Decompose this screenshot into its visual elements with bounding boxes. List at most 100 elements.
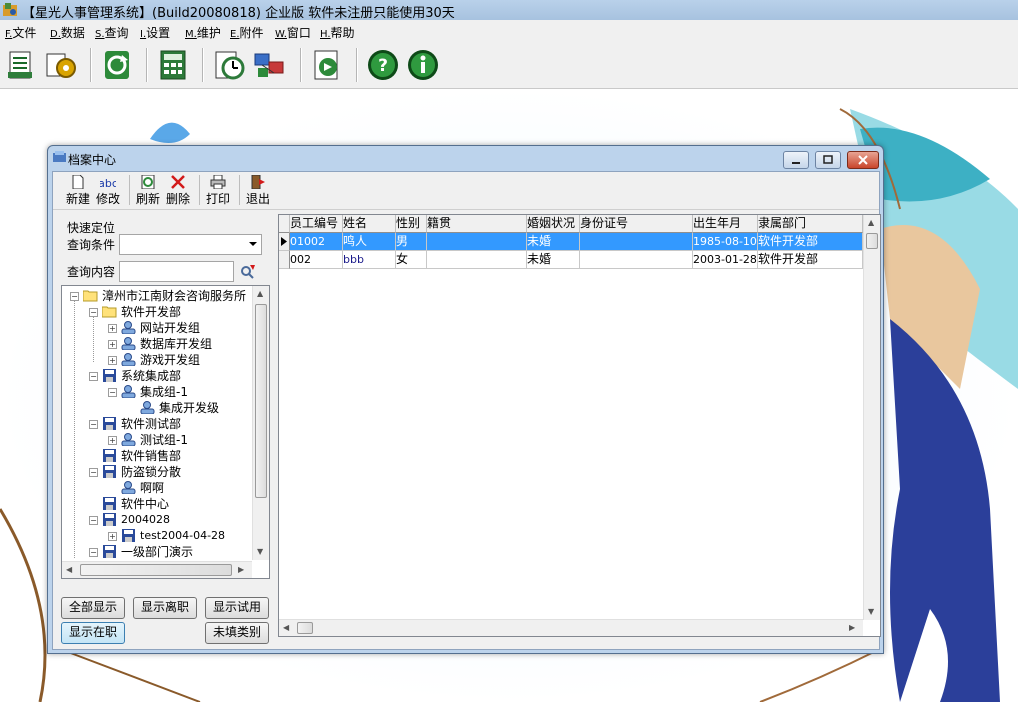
- tree-node-group[interactable]: 集成开发级: [62, 400, 252, 416]
- cell-id-number[interactable]: [580, 251, 693, 269]
- tree-node-dept[interactable]: − 2004028: [62, 512, 252, 528]
- info-icon[interactable]: [406, 48, 440, 82]
- tree-node-group[interactable]: + 测试组-1: [62, 432, 252, 448]
- cell-name[interactable]: bbb: [343, 251, 396, 269]
- menu-file[interactable]: F.文件: [5, 24, 36, 41]
- tree-node-root[interactable]: − 漳州市江南财会咨询服务所: [62, 288, 252, 304]
- department-tree[interactable]: − 漳州市江南财会咨询服务所 − 软件开发部 + 网站开发组 + 数据库开发组 …: [61, 285, 270, 579]
- new-button[interactable]: 新建: [65, 175, 91, 207]
- cell-name[interactable]: 鸣人: [343, 233, 396, 251]
- scroll-down-icon[interactable]: ▼: [257, 547, 263, 556]
- tree-vertical-scrollbar[interactable]: ▲ ▼: [252, 286, 269, 560]
- expand-toggle[interactable]: +: [108, 340, 117, 349]
- collapse-toggle[interactable]: −: [89, 372, 98, 381]
- column-header[interactable]: 身份证号: [580, 215, 693, 233]
- help-icon[interactable]: ?: [366, 48, 400, 82]
- tree-node-dept[interactable]: − 一级部门演示: [62, 544, 252, 560]
- cell-marital-status[interactable]: 未婚: [527, 233, 580, 251]
- collapse-toggle[interactable]: −: [89, 516, 98, 525]
- menu-attachment[interactable]: E.附件: [230, 24, 264, 41]
- tree-node-group[interactable]: 啊啊: [62, 480, 252, 496]
- cell-department[interactable]: 软件开发部: [758, 233, 863, 251]
- cell-marital-status[interactable]: 未婚: [527, 251, 580, 269]
- cell-employee-id[interactable]: 01002: [290, 233, 343, 251]
- scrollbar-thumb[interactable]: [866, 233, 878, 249]
- delete-button[interactable]: 删除: [165, 175, 191, 207]
- tree-node-dept[interactable]: − 系统集成部: [62, 368, 252, 384]
- scrollbar-thumb[interactable]: [297, 622, 313, 634]
- tree-node-group[interactable]: + 网站开发组: [62, 320, 252, 336]
- show-active-button[interactable]: 显示在职: [61, 622, 125, 644]
- search-icon[interactable]: [239, 262, 257, 280]
- scroll-up-icon[interactable]: ▲: [257, 289, 263, 298]
- cell-id-number[interactable]: [580, 233, 693, 251]
- maximize-button[interactable]: [815, 151, 841, 169]
- grid-vertical-scrollbar[interactable]: ▲ ▼: [863, 215, 880, 620]
- query-content-input[interactable]: [119, 261, 234, 282]
- cell-gender[interactable]: 女: [396, 251, 427, 269]
- column-header[interactable]: 姓名: [343, 215, 396, 233]
- column-header[interactable]: 出生年月: [693, 215, 758, 233]
- menu-maintain[interactable]: M.维护: [185, 24, 221, 41]
- expand-toggle[interactable]: +: [108, 436, 117, 445]
- tree-node-group[interactable]: + 游戏开发组: [62, 352, 252, 368]
- refresh-icon[interactable]: [100, 48, 134, 82]
- clock-icon[interactable]: [212, 48, 246, 82]
- collapse-toggle[interactable]: −: [89, 468, 98, 477]
- expand-toggle[interactable]: +: [108, 356, 117, 365]
- collapse-toggle[interactable]: −: [89, 548, 98, 557]
- menu-data[interactable]: D.数据: [50, 24, 85, 41]
- column-header[interactable]: 婚姻状况: [527, 215, 580, 233]
- column-header[interactable]: 籍贯: [427, 215, 527, 233]
- show-all-button[interactable]: 全部显示: [61, 597, 125, 619]
- refresh-button[interactable]: 刷新: [135, 175, 161, 207]
- tree-node-dept[interactable]: 软件中心: [62, 496, 252, 512]
- scrollbar-thumb[interactable]: [80, 564, 232, 576]
- scroll-left-icon[interactable]: ◀: [283, 623, 289, 632]
- tree-node-dept[interactable]: − 防盗锁分散: [62, 464, 252, 480]
- calculator-icon[interactable]: [156, 48, 190, 82]
- cell-birth-date[interactable]: 2003-01-28: [693, 251, 758, 269]
- document-icon[interactable]: [4, 48, 38, 82]
- query-condition-select[interactable]: [119, 234, 262, 255]
- employee-grid[interactable]: 员工编号 姓名 性别 籍贯 婚姻状况 身份证号 出生年月 隶属部门 01002 …: [278, 214, 881, 637]
- tree-node-group[interactable]: − 集成组-1: [62, 384, 252, 400]
- grid-horizontal-scrollbar[interactable]: ◀ ▶: [279, 619, 863, 636]
- collapse-toggle[interactable]: −: [89, 420, 98, 429]
- tree-node-dept[interactable]: 软件销售部: [62, 448, 252, 464]
- show-probation-button[interactable]: 显示试用: [205, 597, 269, 619]
- edit-button[interactable]: abc 修改: [95, 175, 121, 207]
- cell-native-place[interactable]: [427, 251, 527, 269]
- exit-button[interactable]: 退出: [245, 175, 271, 207]
- show-resigned-button[interactable]: 显示离职: [133, 597, 197, 619]
- network-icon[interactable]: [252, 48, 286, 82]
- minimize-button[interactable]: [783, 151, 809, 169]
- print-button[interactable]: 打印: [205, 175, 231, 207]
- gear-icon[interactable]: [44, 48, 78, 82]
- cell-native-place[interactable]: [427, 233, 527, 251]
- column-header[interactable]: 员工编号: [290, 215, 343, 233]
- collapse-toggle[interactable]: −: [108, 388, 117, 397]
- cell-employee-id[interactable]: 002: [290, 251, 343, 269]
- tree-node-dept[interactable]: − 软件测试部: [62, 416, 252, 432]
- scroll-up-icon[interactable]: ▲: [868, 218, 874, 227]
- tree-node-dept[interactable]: − 软件开发部: [62, 304, 252, 320]
- app-title-bar[interactable]: 【星光人事管理系统】(Build20080818) 企业版 软件未注册只能使用3…: [0, 0, 1018, 21]
- scroll-down-icon[interactable]: ▼: [868, 607, 874, 616]
- collapse-toggle[interactable]: −: [89, 308, 98, 317]
- menu-window[interactable]: W.窗口: [275, 24, 311, 41]
- collapse-toggle[interactable]: −: [70, 292, 79, 301]
- export-icon[interactable]: [310, 48, 344, 82]
- scroll-right-icon[interactable]: ▶: [849, 623, 855, 632]
- tree-node-dept[interactable]: + test2004-04-28: [62, 528, 252, 544]
- tree-node-group[interactable]: + 数据库开发组: [62, 336, 252, 352]
- unfilled-category-button[interactable]: 未填类别: [205, 622, 269, 644]
- column-header[interactable]: 性别: [396, 215, 427, 233]
- tree-horizontal-scrollbar[interactable]: ◀ ▶: [62, 561, 252, 578]
- menu-help[interactable]: H.帮助: [320, 24, 355, 41]
- cell-birth-date[interactable]: 1985-08-10: [693, 233, 758, 251]
- menu-settings[interactable]: I.设置: [140, 24, 170, 41]
- expand-toggle[interactable]: +: [108, 324, 117, 333]
- cell-department[interactable]: 软件开发部: [758, 251, 863, 269]
- scroll-left-icon[interactable]: ◀: [66, 565, 72, 574]
